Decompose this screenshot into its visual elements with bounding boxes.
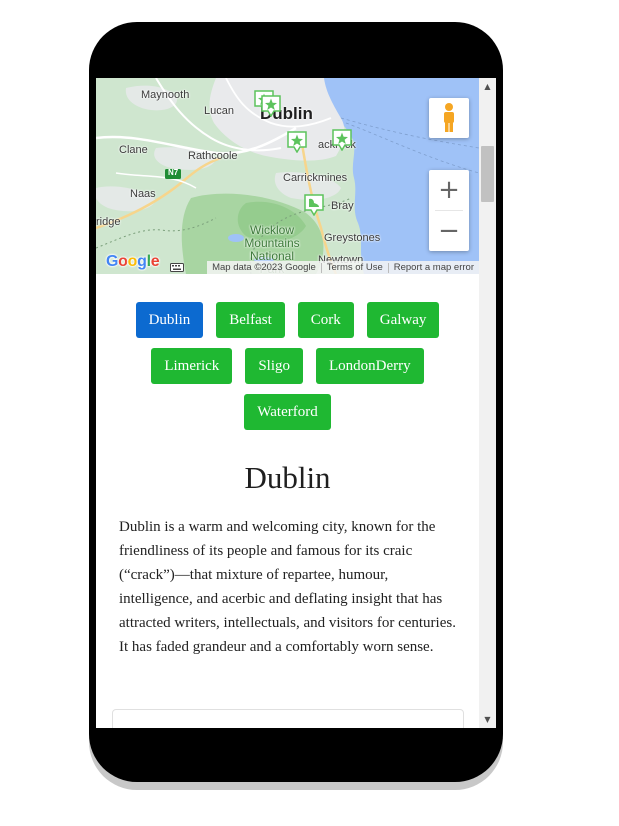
city-button-waterford[interactable]: Waterford [244, 394, 331, 430]
map-marker-star-icon[interactable] [287, 131, 307, 153]
city-title: Dublin [244, 460, 331, 495]
map-attribution: Map data ©2023 Google Terms of Use Repor… [207, 261, 479, 274]
map-data-text: Map data ©2023 Google [212, 262, 316, 273]
zoom-out-button[interactable]: − [429, 211, 469, 251]
map-label-bray: Bray [331, 200, 354, 212]
map-label-carrickmines: Carrickmines [283, 172, 348, 184]
google-logo[interactable]: Google [106, 253, 160, 271]
city-button-belfast[interactable]: Belfast [216, 302, 285, 338]
map-label-bridge: ridge [96, 216, 121, 228]
map-label-greystones: Greystones [324, 232, 381, 244]
phone-frame: Maynooth Lucan Dublin Clane Rathcoole ac… [89, 22, 503, 782]
map-label-lucan: Lucan [204, 105, 234, 117]
map-marker-star-icon[interactable] [261, 95, 281, 117]
report-map-error-link[interactable]: Report a map error [389, 261, 479, 274]
map-label-maynooth: Maynooth [141, 89, 190, 101]
zoom-in-button[interactable]: + [429, 170, 469, 210]
city-description: Dublin is a warm and welcoming city, kno… [119, 519, 456, 655]
pegman-icon [444, 103, 454, 132]
content-card [112, 709, 464, 728]
city-button-londonderry[interactable]: LondonDerry [316, 348, 424, 384]
city-button-sligo[interactable]: Sligo [245, 348, 303, 384]
map-marker-star-icon[interactable] [332, 129, 352, 151]
page-viewport: Maynooth Lucan Dublin Clane Rathcoole ac… [96, 78, 479, 728]
vertical-scrollbar[interactable]: ▲ ▼ [479, 78, 496, 728]
map-label-rathcoole: Rathcoole [188, 150, 238, 162]
map-marker-shoe-icon[interactable] [304, 194, 324, 216]
keyboard-shortcuts-icon[interactable] [170, 263, 184, 272]
city-button-group: Dublin Belfast Cork Galway Limerick Slig… [116, 302, 459, 430]
zoom-control: + − [429, 170, 469, 251]
road-n7-label: N7 [168, 168, 179, 177]
map-label-naas: Naas [130, 188, 156, 200]
scroll-down-arrow-icon[interactable]: ▼ [479, 711, 496, 728]
scrollbar-thumb[interactable] [481, 146, 494, 202]
map[interactable]: Maynooth Lucan Dublin Clane Rathcoole ac… [96, 78, 479, 274]
street-view-button[interactable] [429, 98, 469, 138]
city-button-galway[interactable]: Galway [366, 302, 440, 338]
city-button-limerick[interactable]: Limerick [151, 348, 233, 384]
map-label-clane: Clane [119, 144, 148, 156]
scroll-up-arrow-icon[interactable]: ▲ [479, 78, 496, 95]
city-button-dublin[interactable]: Dublin [135, 302, 204, 338]
city-button-cork[interactable]: Cork [297, 302, 354, 338]
terms-of-use-link[interactable]: Terms of Use [322, 261, 388, 274]
phone-screen: Maynooth Lucan Dublin Clane Rathcoole ac… [96, 78, 496, 728]
